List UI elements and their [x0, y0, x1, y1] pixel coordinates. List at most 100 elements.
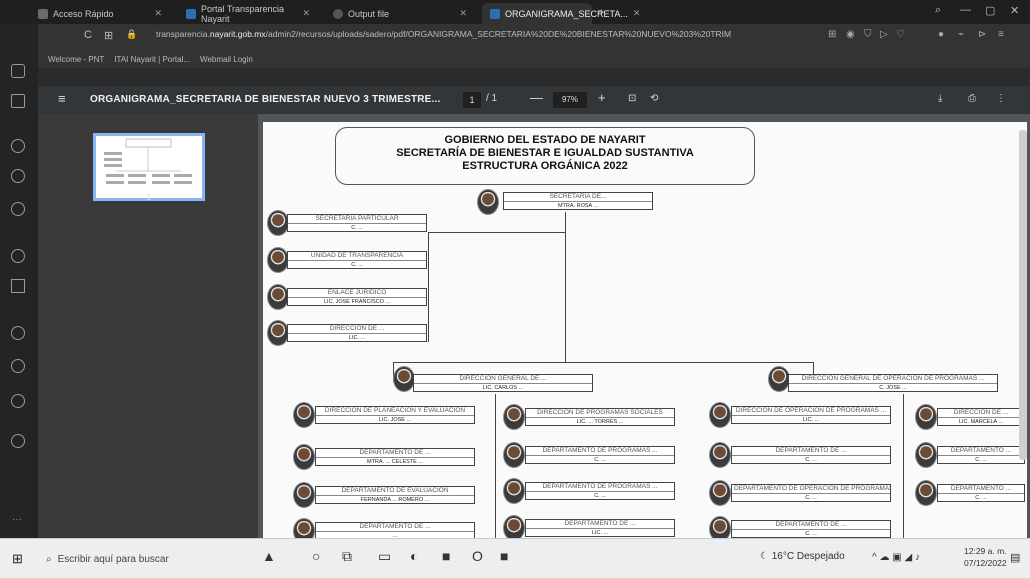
settings-icon[interactable] [11, 394, 25, 408]
reload-icon[interactable]: C [84, 29, 92, 41]
weather-icon: ☾ [760, 551, 769, 562]
whatsapp-icon[interactable] [11, 169, 25, 183]
more-icon[interactable]: ··· [12, 514, 22, 525]
messenger-icon[interactable] [11, 139, 25, 153]
org-node-direccion[interactable]: DIRECCION DE ... LIC. ... [287, 324, 427, 342]
office-icon[interactable]: ■ [442, 548, 450, 564]
opera-icon[interactable]: O [472, 548, 483, 564]
home-icon[interactable] [11, 94, 25, 108]
org-node-col2-1[interactable]: DEPARTAMENTO DE PROGRAMAS ... C. ... [525, 446, 675, 464]
person-photo [709, 442, 731, 468]
org-node-secretaria[interactable]: SECRETARIA DE... MTRA. ROSA ... [503, 192, 653, 210]
org-node-direccion-general-left[interactable]: DIRECCION GENERAL DE ... LIC. CARLOS ... [413, 374, 593, 392]
close-icon[interactable]: ✕ [633, 8, 641, 19]
vpn-icon[interactable]: ⌁ [958, 29, 964, 40]
download-icon[interactable]: ⤓ [938, 93, 942, 104]
fit-page-icon[interactable]: ⊡ [628, 93, 636, 104]
grid-icon[interactable]: ⊞ [104, 29, 113, 42]
person-photo [477, 189, 499, 215]
bookmark-itai[interactable]: ITAI Nayarit | Portal... [114, 55, 190, 64]
pin-icon[interactable] [11, 434, 25, 448]
tab-organigrama[interactable]: ORGANIGRAMA_SECRETA... ✕ [482, 3, 640, 24]
system-tray-icons[interactable]: ^ ☁ ▣ ◢ ♪ [872, 552, 920, 563]
org-node-secretaria-particular[interactable]: SECRETARIA PARTICULAR C. ... [287, 214, 427, 232]
org-node-direccion-general-right[interactable]: DIRECCION GENERAL DE OPERACION DE PROGRA… [788, 374, 998, 392]
search-placeholder: Escribir aquí para buscar [57, 553, 169, 565]
org-node-col4-1[interactable]: DEPARTAMENTO ... C. ... [937, 446, 1025, 464]
print-icon[interactable]: ⎙ [968, 93, 976, 104]
send-icon[interactable]: ▷ [880, 29, 888, 40]
org-node-enlace-juridico[interactable]: ENLACE JURIDICO LIC. JOSE FRANCISCO ... [287, 288, 427, 306]
heart-icon[interactable]: ♡ [896, 29, 905, 40]
page-number-input[interactable]: 1 [463, 92, 481, 108]
instagram-icon[interactable] [11, 202, 25, 216]
url-field[interactable]: transparencia.nayarit.gob.mx/admin2/recu… [156, 29, 856, 45]
clock[interactable]: 12:29 a. m. 07/12/2022 [964, 545, 1007, 569]
org-node-col3-0[interactable]: DIRECCION DE OPERACION DE PROGRAMAS ... L… [731, 406, 891, 424]
minimize-button[interactable]: — [960, 4, 971, 16]
more-options-icon[interactable]: ⋮ [996, 93, 1006, 104]
menu-icon[interactable]: ≡ [58, 91, 66, 106]
maximize-button[interactable]: ▢ [985, 4, 995, 17]
org-node-col4-0[interactable]: DIRECCION DE ... LIC. MARCELA ... [937, 408, 1025, 426]
shield-icon[interactable]: ⛉ [864, 29, 872, 40]
notifications-icon[interactable]: ▤ [1010, 551, 1020, 564]
player-icon[interactable] [11, 249, 25, 263]
bookmark-pnt[interactable]: Welcome - PNT [48, 55, 104, 64]
history-icon[interactable] [11, 359, 25, 373]
close-icon[interactable]: ✕ [302, 8, 310, 19]
task-view-icon[interactable]: ⧉ [342, 548, 352, 565]
org-node-col1-0[interactable]: DIRECCION DE PLANEACION Y EVALUACION LIC.… [315, 406, 475, 424]
windows-start-icon[interactable]: ⊞ [12, 551, 23, 567]
bookmarks-bar: Welcome - PNT ITAI Nayarit | Portal... W… [38, 50, 1030, 68]
zoom-out-button[interactable]: — [530, 90, 543, 105]
heart-icon[interactable] [11, 326, 25, 340]
org-node-col3-3[interactable]: DEPARTAMENTO DE ... C. ... [731, 520, 891, 538]
page-thumbnail[interactable] [93, 133, 205, 201]
org-node-col3-1[interactable]: DEPARTAMENTO DE ... C. ... [731, 446, 891, 464]
menu-icon[interactable]: ≡ [998, 29, 1004, 40]
taskbar-search[interactable]: ⌕ Escribir aquí para buscar [46, 548, 236, 570]
zoom-input[interactable]: 97% [553, 92, 587, 108]
app-icon[interactable] [11, 64, 25, 78]
send-icon[interactable] [11, 279, 25, 293]
header-line-3: ESTRUCTURA ORGÁNICA 2022 [462, 160, 628, 172]
tab-portal-transparencia[interactable]: Portal Transparencia Nayarit ✕ [178, 3, 318, 24]
close-icon[interactable]: ✕ [459, 8, 467, 19]
download-icon[interactable]: ⊳ [978, 29, 986, 40]
taskbar: ⊞ ⌕ Escribir aquí para buscar ▲ ○ ⧉ ▭ ◐ … [0, 538, 1030, 578]
pdf-page: GOBIERNO DEL ESTADO DE NAYARIT SECRETARÍ… [263, 122, 1027, 540]
person-photo [503, 515, 525, 540]
org-node-col1-1[interactable]: DEPARTAMENTO DE ... MTRA. ... CELESTE ... [315, 448, 475, 466]
pdf-toolbar: ≡ ORGANIGRAMA_SECRETARIA DE BIENESTAR NU… [38, 86, 1030, 114]
search-tabs-icon[interactable]: ⌕ [935, 4, 941, 17]
weather-widget[interactable]: ☾ 16°C Despejado [760, 551, 845, 562]
file-explorer-icon[interactable]: ▭ [378, 548, 391, 565]
close-icon[interactable]: ✕ [154, 8, 162, 19]
org-node-col4-2[interactable]: DEPARTAMENTO ... C. ... [937, 484, 1025, 502]
zoom-in-button[interactable]: + [598, 90, 606, 105]
org-node-unidad-transparencia[interactable]: UNIDAD DE TRANSPARENCIA C. ... [287, 251, 427, 269]
org-node-col2-2[interactable]: DEPARTAMENTO DE PROGRAMAS ... C. ... [525, 482, 675, 500]
rotate-icon[interactable]: ⟲ [650, 93, 658, 104]
org-node-col2-3[interactable]: DEPARTAMENTO DE ... LIC. ... [525, 519, 675, 537]
header-line-2: SECRETARÍA DE BIENESTAR E IGUALDAD SUSTA… [396, 147, 694, 159]
tab-output-file[interactable]: Output file ✕ [325, 3, 475, 24]
word-icon[interactable]: ■ [500, 548, 508, 564]
profile-icon[interactable]: ● [938, 29, 944, 40]
org-node-col2-0[interactable]: DIRECCION DE PROGRAMAS SOCIALES LIC. ... … [525, 408, 675, 426]
widgets-icon[interactable]: ▲ [262, 548, 276, 564]
tab-acceso-rapido[interactable]: Acceso Rápido ✕ [30, 3, 170, 24]
camera-icon[interactable]: ⊞ [828, 29, 836, 40]
cortana-icon[interactable]: ○ [312, 548, 320, 564]
person-photo [915, 480, 937, 506]
extension-icon[interactable]: ◉ [846, 29, 855, 40]
person-photo [267, 320, 289, 346]
edge-icon[interactable]: ◐ [410, 548, 418, 564]
page-scrollbar[interactable] [1019, 130, 1027, 460]
org-node-col3-2[interactable]: DEPARTAMENTO DE OPERACION DE PROGRAMAS C.… [731, 484, 891, 502]
org-node-col1-2[interactable]: DEPARTAMENTO DE EVALUACION FERNANDA ... R… [315, 486, 475, 504]
bookmark-webmail[interactable]: Webmail Login [200, 55, 253, 64]
close-window-button[interactable]: ✕ [1010, 4, 1019, 17]
new-tab-button[interactable]: + [598, 5, 605, 19]
